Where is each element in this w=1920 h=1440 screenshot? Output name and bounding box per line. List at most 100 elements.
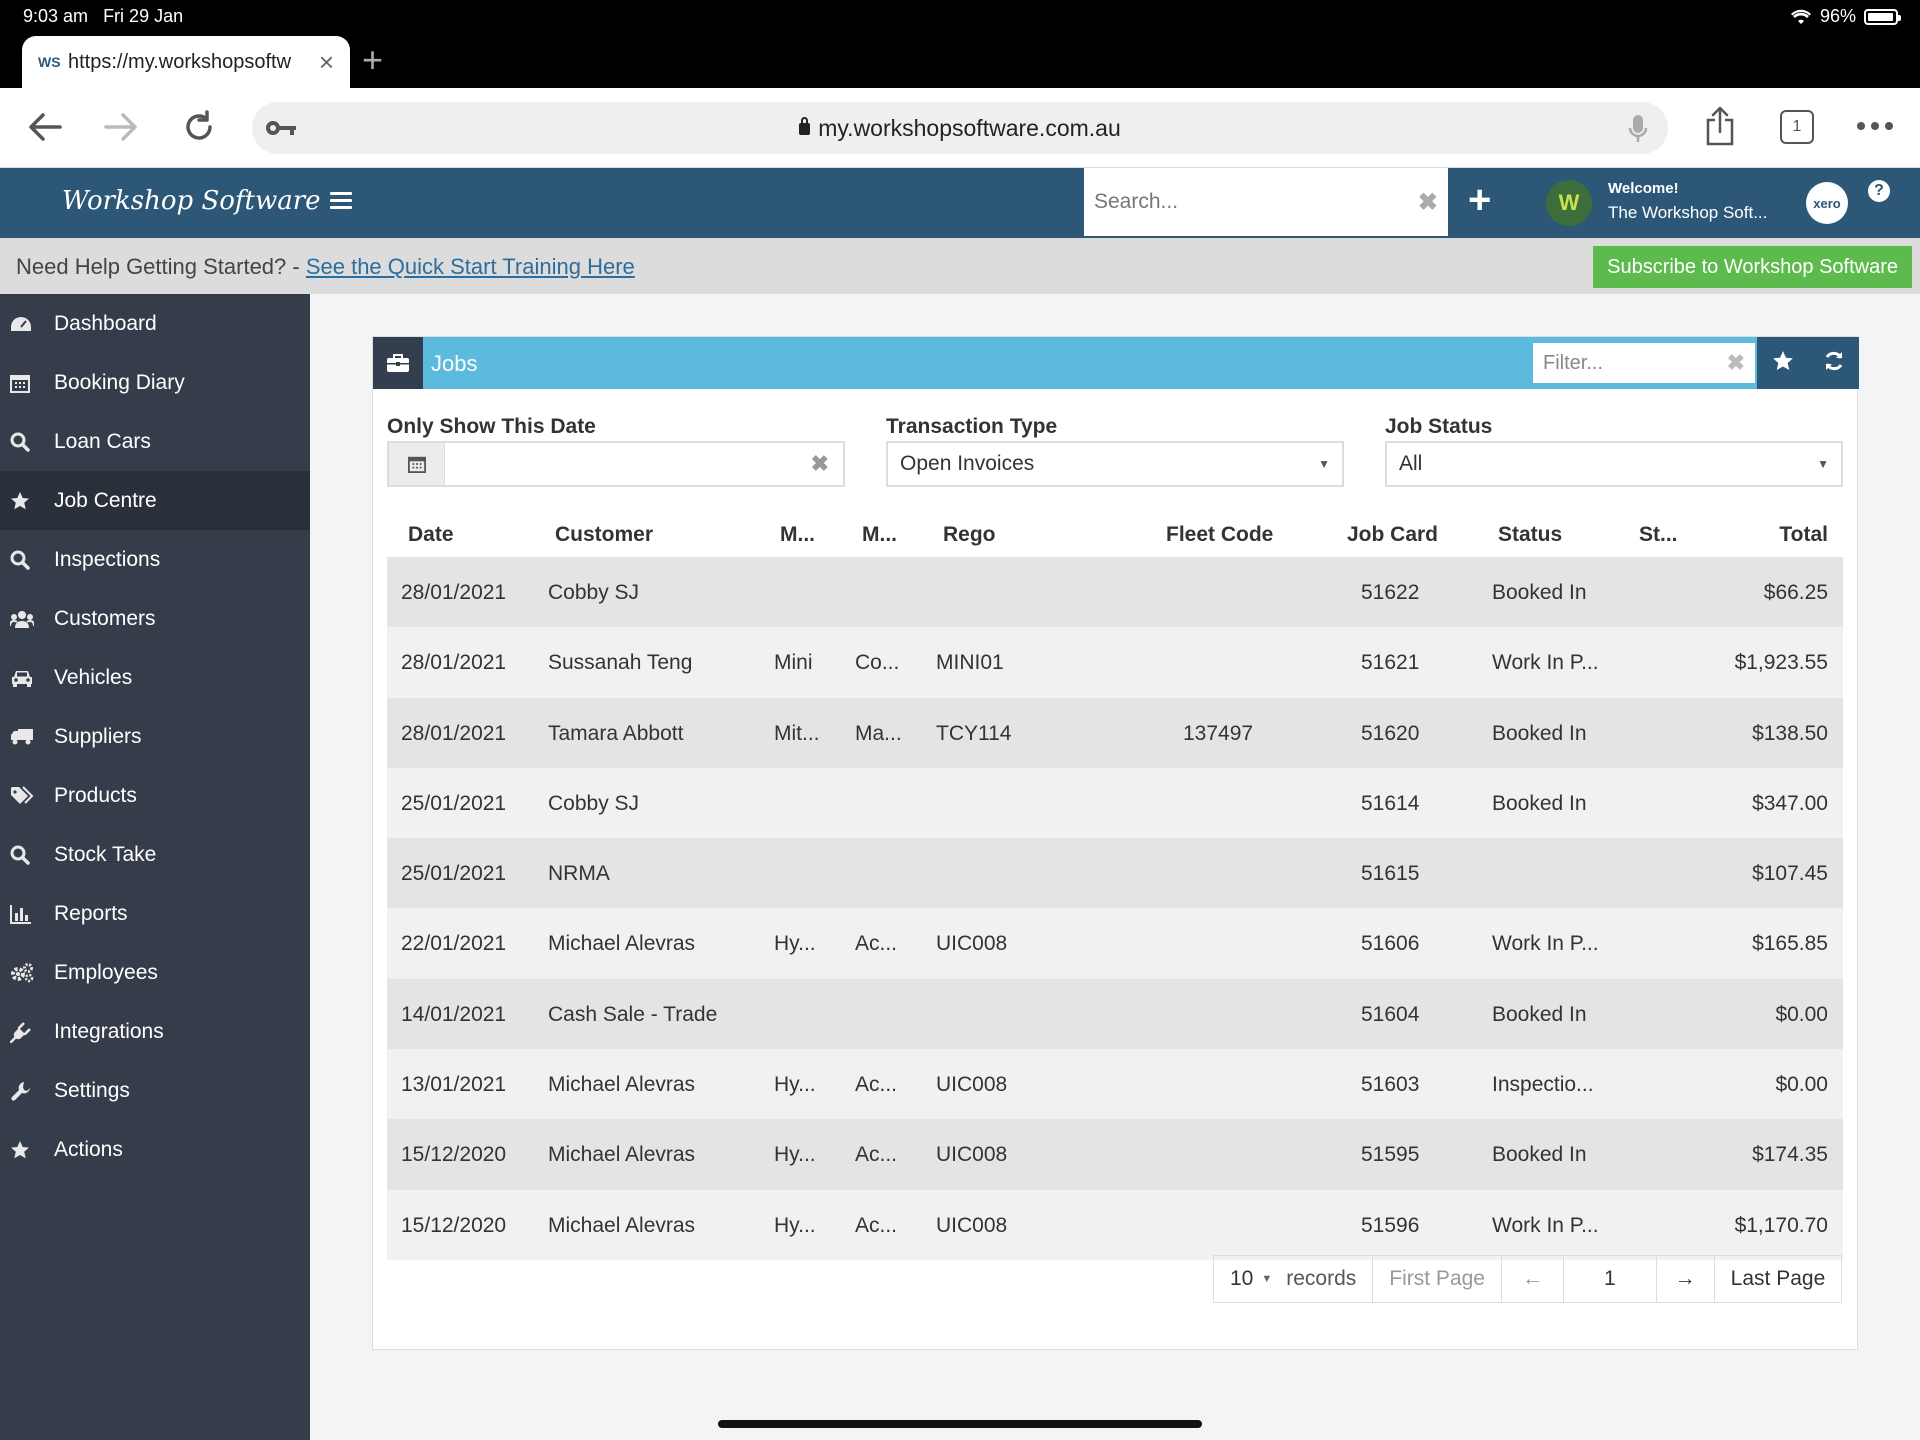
subscribe-button[interactable]: Subscribe to Workshop Software [1593, 246, 1912, 288]
help-icon[interactable]: ? [1868, 180, 1890, 202]
last-page-button[interactable]: Last Page [1715, 1256, 1842, 1302]
wifi-icon [1790, 9, 1811, 24]
cell-date: 25/01/2021 [401, 791, 507, 815]
chevron-down-icon: ▼ [1817, 457, 1829, 471]
table-row[interactable]: 14/01/2021 Cash Sale - Trade 51604 Booked I… [387, 978, 1843, 1050]
col-st[interactable]: St... [1639, 523, 1678, 547]
cell-status: Booked In [1492, 581, 1587, 604]
clear-search-icon[interactable]: ✖ [1418, 188, 1438, 217]
sidebar-item-booking-diary[interactable]: Booking Diary [0, 353, 310, 412]
table-row[interactable]: 15/12/2020 Michael Alevras Hy... Ac... UIC00… [387, 1119, 1843, 1190]
cell-date: 13/01/2021 [401, 1073, 507, 1097]
menu-icon[interactable] [330, 192, 352, 213]
table-row[interactable]: 25/01/2021 Cobby SJ 51614 Booked In $347.00 [387, 767, 1843, 839]
date-filter-input[interactable]: ✖ [387, 441, 845, 487]
key-icon[interactable] [264, 115, 298, 146]
col-model[interactable]: M... [862, 523, 897, 547]
table-row[interactable]: 15/12/2020 Michael Alevras Hy... Ac... UIC00… [387, 1189, 1843, 1260]
sidebar-item-actions[interactable]: Actions [0, 1120, 310, 1179]
transaction-type-select[interactable]: Open Invoices ▼ [886, 441, 1344, 487]
col-status[interactable]: Status [1498, 523, 1562, 547]
current-page[interactable]: 1 [1564, 1256, 1657, 1302]
more-icon[interactable] [1856, 118, 1894, 136]
job-status-select[interactable]: All ▼ [1385, 441, 1843, 487]
filter-input[interactable] [1543, 351, 1727, 375]
next-page-button[interactable]: → [1657, 1256, 1715, 1302]
table-row[interactable]: 22/01/2021 Michael Alevras Hy... Ac... UIC00… [387, 908, 1843, 979]
tabs-button[interactable]: 1 [1780, 110, 1814, 144]
sidebar-item-label: Integrations [54, 1019, 164, 1043]
app-header: Workshop Software ✖ + W Welcome! The Wor… [0, 168, 1920, 238]
xero-icon[interactable]: xero [1806, 182, 1848, 224]
col-customer[interactable]: Customer [555, 523, 653, 547]
sidebar-item-suppliers[interactable]: Suppliers [0, 707, 310, 766]
browser-toolbar: my.workshopsoftware.com.au 1 [0, 88, 1920, 168]
cell-job-card: 51604 [1361, 1002, 1420, 1026]
status-bar: 9:03 am Fri 29 Jan 96% [0, 0, 1920, 32]
sidebar-item-settings[interactable]: Settings [0, 1061, 310, 1120]
sidebar-item-inspections[interactable]: Inspections [0, 530, 310, 589]
sidebar-item-dashboard[interactable]: Dashboard [0, 294, 310, 353]
forward-icon[interactable] [102, 108, 140, 152]
sidebar-item-label: Vehicles [54, 665, 133, 689]
sidebar-item-reports[interactable]: Reports [0, 884, 310, 943]
share-icon[interactable] [1704, 106, 1736, 151]
cell-total: $0.00 [1775, 1073, 1828, 1097]
col-make[interactable]: M... [780, 523, 815, 547]
refresh-icon[interactable] [1823, 350, 1845, 377]
page-size-select[interactable]: 10 ▼ records [1214, 1256, 1374, 1302]
sidebar-item-vehicles[interactable]: Vehicles [0, 648, 310, 707]
table-row[interactable]: 25/01/2021 NRMA 51615 $107.45 [387, 838, 1843, 909]
calendar-icon[interactable] [389, 443, 445, 485]
wrench-icon [10, 1080, 54, 1102]
cell-date: 28/01/2021 [401, 721, 507, 745]
back-icon[interactable] [26, 108, 64, 152]
cell-date: 15/12/2020 [401, 1213, 507, 1237]
table-row[interactable]: 28/01/2021 Cobby SJ 51622 Booked In $66.25 [387, 557, 1843, 628]
col-job-card[interactable]: Job Card [1347, 523, 1438, 547]
sidebar-item-job-centre[interactable]: Job Centre [0, 471, 310, 530]
microphone-icon[interactable] [1628, 114, 1648, 149]
col-date[interactable]: Date [408, 523, 454, 547]
col-total[interactable]: Total [1779, 523, 1828, 547]
close-tab-icon[interactable]: × [319, 49, 334, 75]
clear-date-icon[interactable]: ✖ [811, 451, 829, 477]
favourite-star-icon[interactable] [1772, 350, 1794, 377]
sidebar-item-products[interactable]: Products [0, 766, 310, 825]
app-logo[interactable]: Workshop Software [62, 186, 321, 216]
welcome-block[interactable]: Welcome! The Workshop Soft... [1608, 180, 1767, 223]
sidebar-item-label: Suppliers [54, 724, 142, 748]
prev-page-button[interactable]: ← [1502, 1256, 1564, 1302]
first-page-button[interactable]: First Page [1373, 1256, 1502, 1302]
table-row[interactable]: 28/01/2021 Tamara Abbott Mit... Ma... TCY114… [387, 697, 1843, 768]
search-input[interactable] [1094, 190, 1418, 214]
sidebar-item-customers[interactable]: Customers [0, 589, 310, 648]
jobs-filter: ✖ [1533, 343, 1755, 383]
dashboard-icon [10, 315, 54, 333]
clear-filter-icon[interactable]: ✖ [1727, 350, 1745, 376]
table-row[interactable]: 13/01/2021 Michael Alevras Hy... Ac... UIC00… [387, 1049, 1843, 1120]
cell-total: $138.50 [1752, 721, 1828, 745]
address-bar[interactable]: my.workshopsoftware.com.au [252, 102, 1668, 154]
sidebar-item-stock-take[interactable]: Stock Take [0, 825, 310, 884]
home-indicator[interactable] [718, 1420, 1202, 1428]
add-new-button[interactable]: + [1468, 180, 1491, 220]
records-label: records [1286, 1267, 1357, 1290]
sidebar-item-employees[interactable]: Employees [0, 943, 310, 1002]
browser-tab[interactable]: WS https://my.workshopsoftw × [22, 36, 350, 88]
cell-status: Booked In [1492, 721, 1587, 745]
cell-job-card: 51606 [1361, 932, 1420, 956]
sidebar-item-loan-cars[interactable]: Loan Cars [0, 412, 310, 471]
quick-start-link[interactable]: See the Quick Start Training Here [306, 254, 635, 279]
bar-chart-icon [10, 904, 54, 924]
sidebar-item-integrations[interactable]: Integrations [0, 1002, 310, 1061]
pagination: 10 ▼ records First Page ← 1 → Last Page [1213, 1255, 1843, 1303]
table-row[interactable]: 28/01/2021 Sussanah Teng Mini Co... MINI01 51… [387, 627, 1843, 698]
cell-total: $0.00 [1775, 1002, 1828, 1026]
reload-icon[interactable] [180, 108, 218, 152]
workshop-brand-icon[interactable]: W [1546, 180, 1592, 226]
col-fleet-code[interactable]: Fleet Code [1166, 523, 1273, 547]
col-rego[interactable]: Rego [943, 523, 996, 547]
panel-actions [1757, 337, 1859, 389]
new-tab-icon[interactable]: + [362, 42, 383, 78]
